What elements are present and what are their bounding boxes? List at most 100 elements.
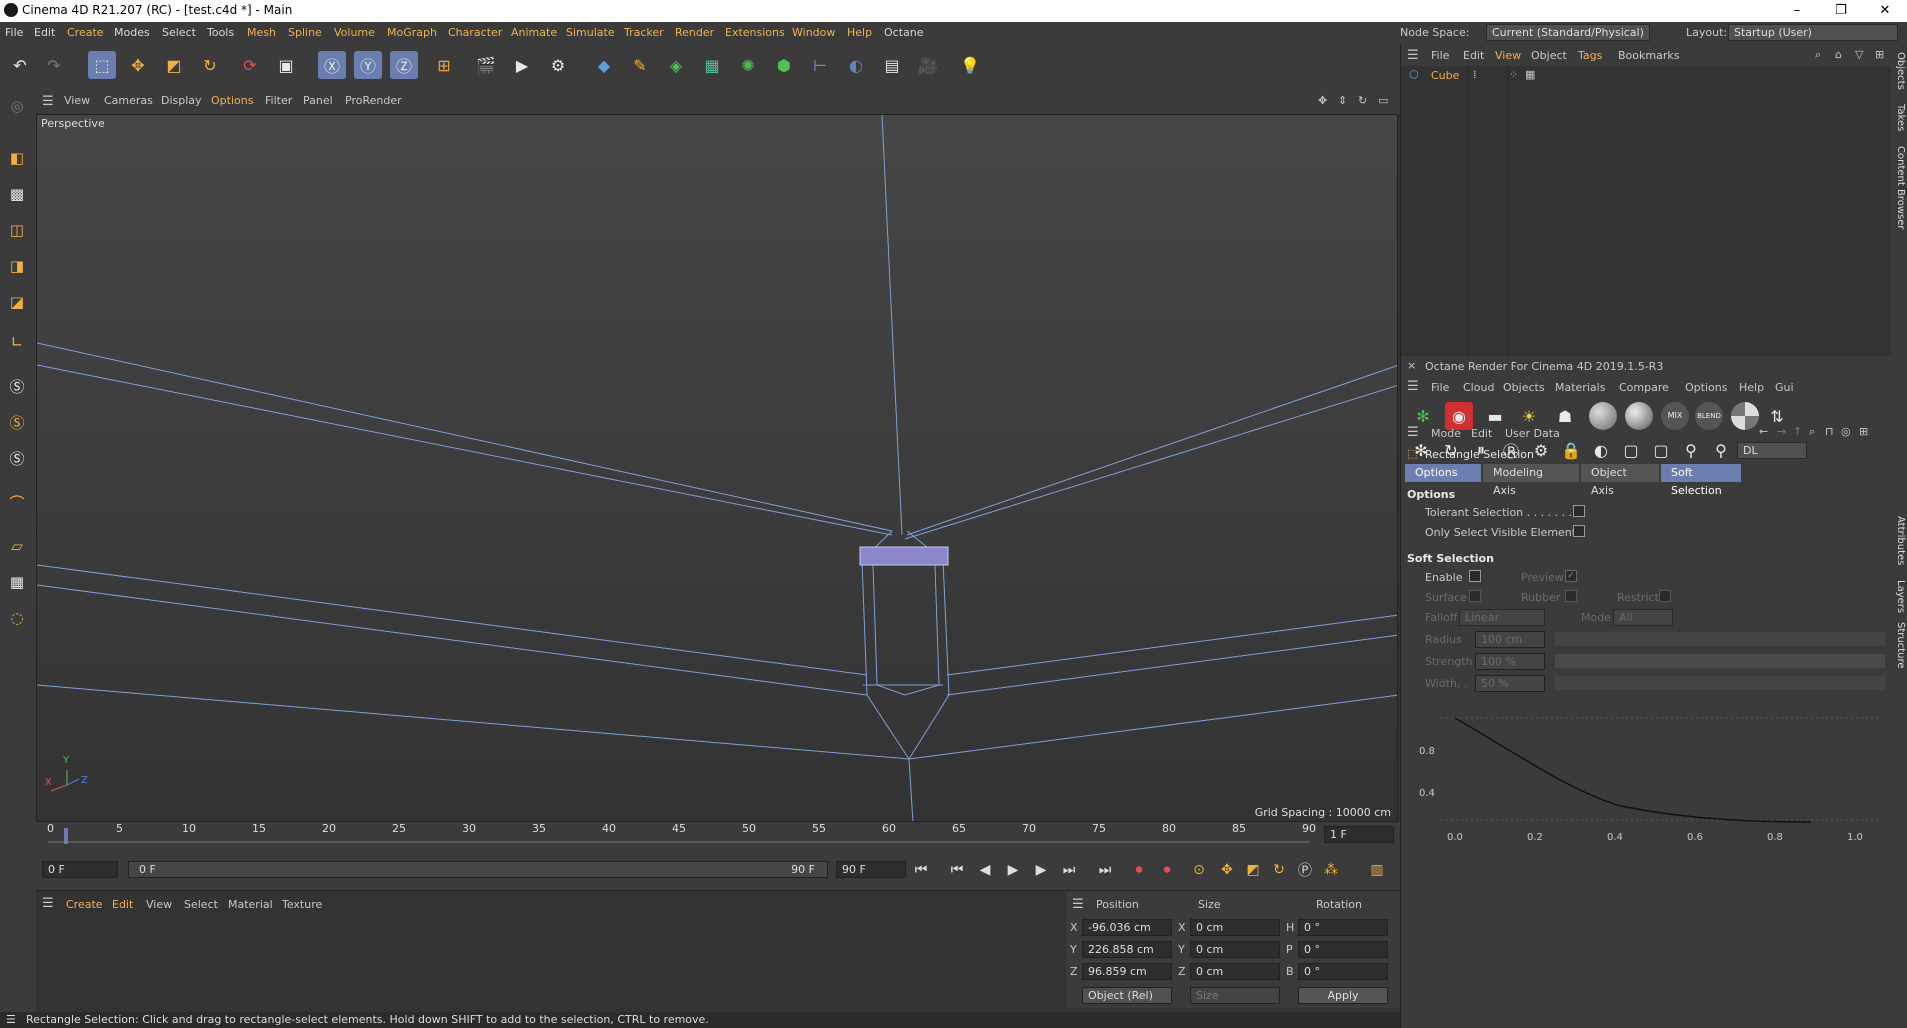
restrict-checkbox[interactable]: [1659, 590, 1671, 602]
restore-button[interactable]: ❐: [1819, 0, 1863, 22]
next-frame-icon[interactable]: ▶: [1030, 859, 1052, 881]
move-icon[interactable]: ✥: [124, 51, 152, 79]
polygons-mode-icon[interactable]: ◪: [3, 288, 31, 316]
light-icon[interactable]: 💡: [956, 51, 984, 79]
rectangle-selection-icon[interactable]: ▣: [272, 51, 300, 79]
menu-spline[interactable]: Spline: [288, 26, 322, 39]
start-frame-field[interactable]: 0 F: [42, 861, 118, 878]
filter-icon[interactable]: ▽: [1855, 48, 1863, 61]
target-icon[interactable]: ◎: [1841, 425, 1851, 438]
frame-range-slider[interactable]: 0 F 90 F: [128, 861, 828, 878]
menu-tracker[interactable]: Tracker: [624, 26, 664, 39]
key-position-icon[interactable]: ✥: [1216, 859, 1238, 881]
keyframe-selection-icon[interactable]: ⊙: [1188, 859, 1210, 881]
hamburger-icon[interactable]: ☰: [1407, 48, 1419, 63]
octane-menu-options[interactable]: Options: [1685, 381, 1727, 394]
axis-mode-icon[interactable]: ∟: [3, 328, 31, 356]
side-tab-attributes[interactable]: Attributes: [1895, 516, 1906, 565]
mat-menu-material[interactable]: Material: [228, 898, 273, 911]
recent-tools-icon[interactable]: ⟳: [236, 51, 264, 79]
apply-button[interactable]: Apply: [1298, 987, 1388, 1004]
object-row-cube[interactable]: ⬡ Cube ⁞ ⁘ ▦: [1409, 68, 1889, 84]
deformer-icon[interactable]: ✺: [734, 51, 762, 79]
search-icon[interactable]: ⌕: [1809, 425, 1815, 439]
position-x-field[interactable]: -96.036 cm: [1082, 919, 1172, 936]
nodespace-dropdown[interactable]: Current (Standard/Physical): [1486, 24, 1650, 41]
render-settings-icon[interactable]: ⚙: [544, 51, 572, 79]
search-icon[interactable]: ⌕: [1815, 48, 1821, 62]
att-menu-user-data[interactable]: User Data: [1505, 427, 1560, 440]
model-mode-icon[interactable]: ◧: [3, 144, 31, 172]
menu-select[interactable]: Select: [162, 26, 196, 39]
side-tab-content-browser[interactable]: Content Browser: [1895, 146, 1906, 229]
mode-dropdown[interactable]: All: [1613, 609, 1673, 626]
hamburger-icon[interactable]: ☰: [42, 94, 54, 109]
rotation-b-field[interactable]: 0 °: [1298, 963, 1388, 980]
x-axis-lock-icon[interactable]: Ⓧ: [318, 51, 346, 79]
tab-modeling-axis[interactable]: Modeling Axis: [1483, 464, 1579, 497]
viewport-menu-filter[interactable]: Filter: [265, 94, 292, 107]
cloner-icon[interactable]: ▦: [698, 51, 726, 79]
menu-simulate[interactable]: Simulate: [566, 26, 615, 39]
z-axis-lock-icon[interactable]: Ⓩ: [390, 51, 418, 79]
zoom-view-icon[interactable]: ⇕: [1338, 94, 1347, 107]
minimize-button[interactable]: –: [1775, 0, 1819, 22]
pen-icon[interactable]: ✎: [626, 51, 654, 79]
octane-menu-help[interactable]: Help: [1739, 381, 1764, 394]
side-tab-layers[interactable]: Layers: [1895, 580, 1906, 613]
menu-file[interactable]: File: [5, 26, 23, 39]
side-tab-structure[interactable]: Structure: [1895, 622, 1906, 669]
texture-tag-icon[interactable]: ▦: [1525, 68, 1535, 81]
y-axis-lock-icon[interactable]: Ⓨ: [354, 51, 382, 79]
go-to-end-icon[interactable]: ⏭: [1094, 859, 1116, 881]
hamburger-icon[interactable]: ☰: [1072, 897, 1084, 912]
size-z-field[interactable]: 0 cm: [1190, 963, 1280, 980]
side-tab-objects[interactable]: Objects: [1895, 52, 1906, 90]
make-editable-icon[interactable]: ◎: [3, 92, 31, 120]
key-rotation-icon[interactable]: ↻: [1268, 859, 1290, 881]
bend-icon[interactable]: ⊢: [806, 51, 834, 79]
lock-icon[interactable]: ⊓: [1825, 425, 1834, 438]
hamburger-icon[interactable]: ☰: [6, 1013, 16, 1026]
mat-menu-edit[interactable]: Edit: [112, 898, 133, 911]
width-slider[interactable]: [1555, 676, 1885, 690]
new-panel-icon[interactable]: ⊞: [1859, 425, 1868, 438]
rotate-view-icon[interactable]: ↻: [1358, 94, 1367, 107]
tab-object-axis[interactable]: Object Axis: [1581, 464, 1659, 497]
timeline-window-icon[interactable]: ▥: [1366, 859, 1388, 881]
menu-extensions[interactable]: Extensions: [725, 26, 785, 39]
visibility-icon[interactable]: ⁞: [1473, 68, 1477, 81]
mat-menu-select[interactable]: Select: [184, 898, 218, 911]
hamburger-icon[interactable]: ☰: [1407, 425, 1419, 440]
obj-menu-bookmarks[interactable]: Bookmarks: [1618, 49, 1679, 62]
back-arrow-icon[interactable]: ←: [1759, 425, 1768, 438]
undo-icon[interactable]: ↶: [6, 51, 34, 79]
toggle-views-icon[interactable]: ▭: [1378, 94, 1388, 107]
rubber-checkbox[interactable]: [1565, 590, 1577, 602]
end-frame-field[interactable]: 90 F: [836, 861, 906, 878]
menu-help[interactable]: Help: [847, 26, 872, 39]
forward-arrow-icon[interactable]: →: [1777, 425, 1786, 438]
timeline-ruler[interactable]: 0 5 10 15 20 25 30 35 40 45 50 55 60 65 …: [36, 822, 1400, 850]
subdivision-surface-icon[interactable]: ◈: [662, 51, 690, 79]
planar-workplane-icon[interactable]: ◌: [3, 604, 31, 632]
solo-icon[interactable]: Ⓢ: [3, 372, 31, 400]
falloff-dropdown[interactable]: Linear: [1459, 609, 1545, 626]
mat-menu-create[interactable]: Create: [66, 898, 103, 911]
falloff-curve-graph[interactable]: [1411, 700, 1881, 850]
rotation-h-field[interactable]: 0 °: [1298, 919, 1388, 936]
preview-checkbox[interactable]: ✓: [1565, 570, 1577, 582]
size-x-field[interactable]: 0 cm: [1190, 919, 1280, 936]
octane-menu-gui[interactable]: Gui: [1775, 381, 1794, 394]
position-y-field[interactable]: 226.858 cm: [1082, 941, 1172, 958]
menu-modes[interactable]: Modes: [114, 26, 150, 39]
radius-slider[interactable]: [1555, 632, 1885, 646]
mat-menu-texture[interactable]: Texture: [282, 898, 322, 911]
solo-hierarchy-icon[interactable]: Ⓢ: [3, 444, 31, 472]
render-picture-viewer-icon[interactable]: ▶: [508, 51, 536, 79]
previous-key-icon[interactable]: ⏮: [946, 859, 968, 881]
menu-edit[interactable]: Edit: [34, 26, 55, 39]
go-to-start-icon[interactable]: ⏮: [910, 859, 932, 881]
home-icon[interactable]: ⌂: [1835, 48, 1842, 61]
close-button[interactable]: ✕: [1863, 0, 1907, 22]
